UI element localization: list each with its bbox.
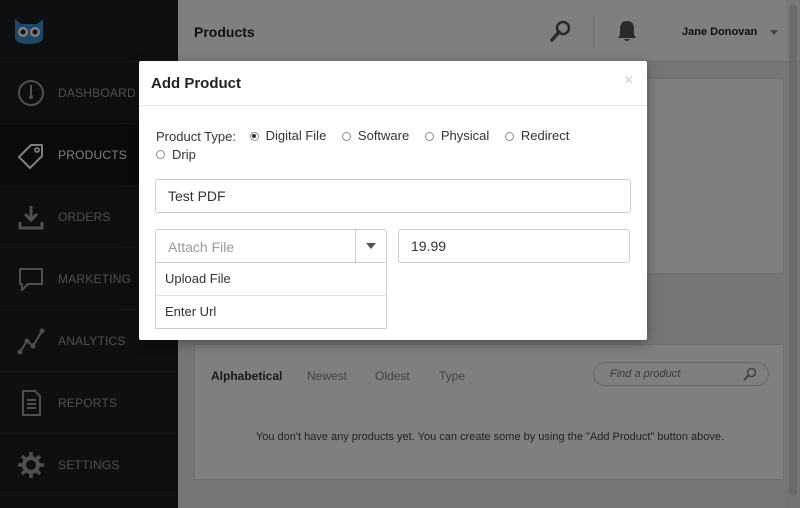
attach-file-select[interactable]: Attach File xyxy=(155,229,387,263)
caret-down-icon[interactable] xyxy=(366,243,376,249)
product-name-input[interactable] xyxy=(155,179,631,213)
modal-title: Add Product xyxy=(151,75,241,92)
dropdown-item-upload-file[interactable]: Upload File xyxy=(156,263,386,295)
radio-physical[interactable]: Physical xyxy=(424,127,489,145)
attach-file-placeholder: Attach File xyxy=(168,239,235,255)
radio-software[interactable]: Software xyxy=(341,127,409,145)
dropdown-item-enter-url[interactable]: Enter Url xyxy=(156,295,386,327)
price-input[interactable] xyxy=(398,229,630,263)
product-type-label: Product Type: xyxy=(156,128,236,144)
radio-redirect[interactable]: Redirect xyxy=(504,127,569,145)
modal-header: Add Product × xyxy=(139,61,647,106)
radio-indicator[interactable] xyxy=(156,150,165,159)
radio-drip[interactable]: Drip xyxy=(156,146,196,164)
radio-selected-indicator[interactable] xyxy=(249,131,259,141)
radio-digital-file[interactable]: Digital File xyxy=(249,127,326,145)
product-type-group: Product Type: Digital File Software Phys… xyxy=(156,127,626,164)
attach-select-divider xyxy=(355,230,356,262)
close-icon[interactable]: × xyxy=(624,72,633,90)
radio-indicator[interactable] xyxy=(504,131,514,141)
attach-file-dropdown: Upload File Enter Url xyxy=(155,263,387,329)
radio-indicator[interactable] xyxy=(424,131,434,141)
radio-indicator[interactable] xyxy=(341,131,351,141)
add-product-modal: Add Product × Product Type: Digital File… xyxy=(139,61,647,340)
